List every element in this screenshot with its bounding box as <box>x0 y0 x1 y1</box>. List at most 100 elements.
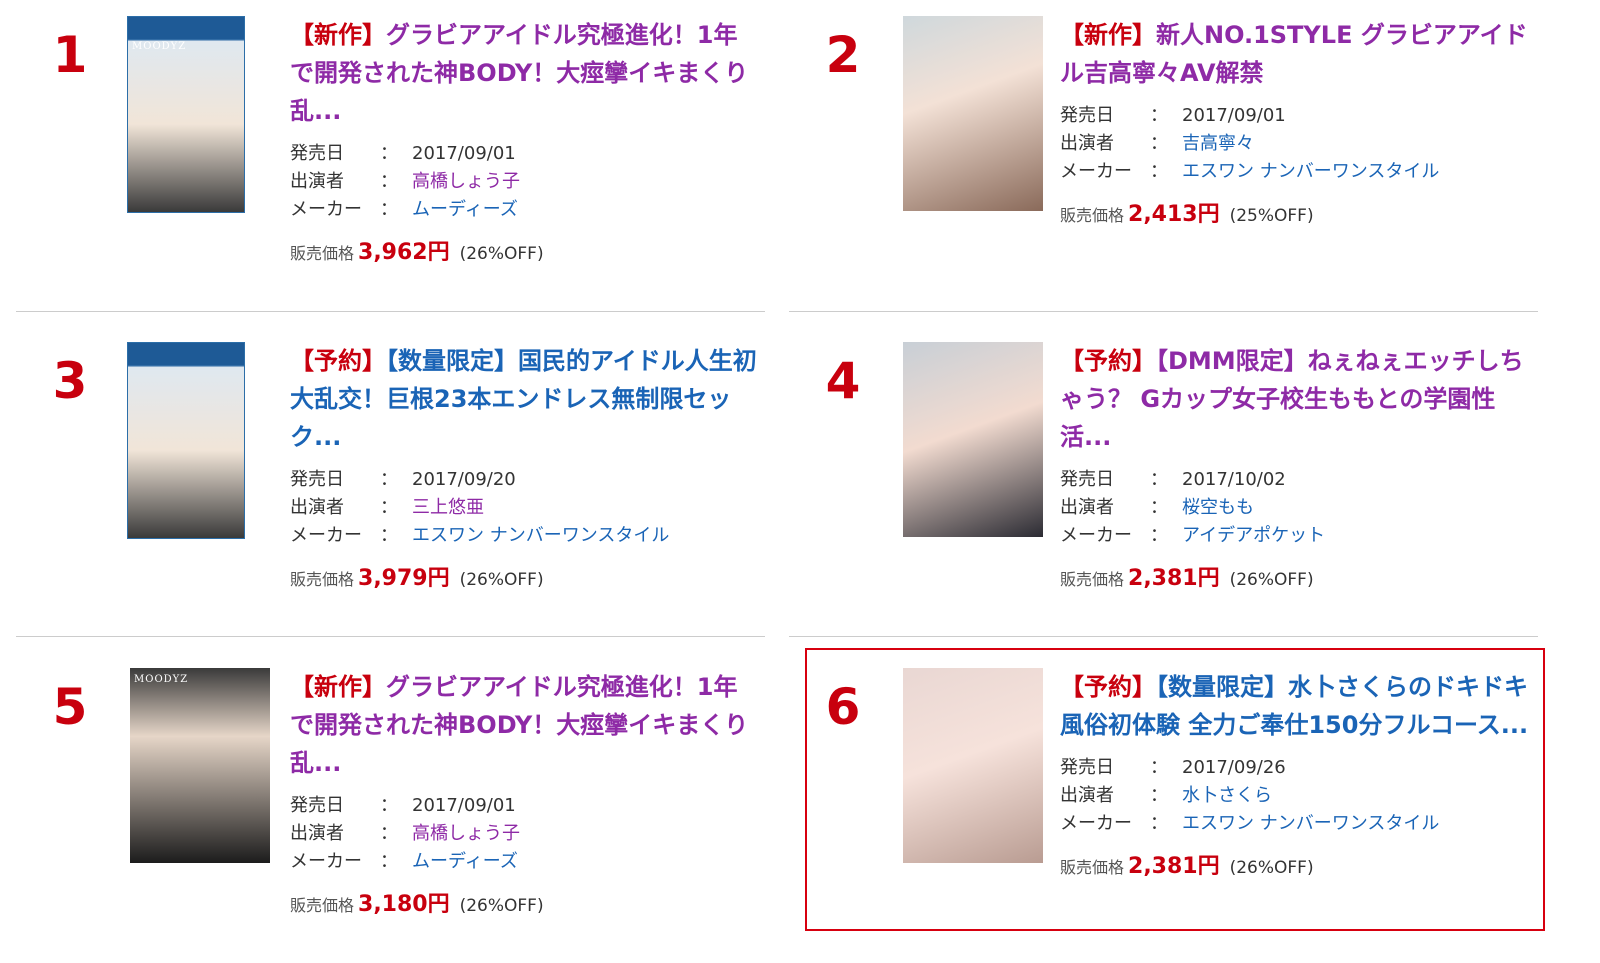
separator: ： <box>1150 133 1168 154</box>
ranking-item-2: 2 【新作】新人NO.1STYLE グラビアアイドル吉高寧々AV解禁 発売日 ： 2… <box>788 0 1558 300</box>
product-info: 【新作】新人NO.1STYLE グラビアアイドル吉高寧々AV解禁 発売日 ： 201… <box>1060 16 1530 228</box>
thumbnail-logo-text: MOODYZ <box>132 41 187 52</box>
release-date-row: 発売日 ： 2017/09/01 <box>290 792 760 820</box>
row-divider <box>789 636 1538 637</box>
ranking-item-5: 5 MOODYZ 【新作】グラビアアイドル究極進化！1年で開発された神BODY！… <box>15 652 785 952</box>
performer-link[interactable]: 高橋しょう子 <box>412 171 520 192</box>
price-value: 3,180円 <box>358 892 450 917</box>
product-info: 【予約】【DMM限定】ねぇねぇエッチしちゃう？ Gカップ女子校生ももとの学園性活… <box>1060 342 1530 592</box>
separator: ： <box>380 823 398 844</box>
product-info: 【新作】グラビアアイドル究極進化！1年で開発された神BODY！大痙攣イキまくり乱… <box>290 668 760 918</box>
performer-label: 出演者 <box>290 171 344 192</box>
release-label: 発売日 <box>290 469 344 490</box>
release-label: 発売日 <box>290 795 344 816</box>
price-label: 販売価格 <box>290 896 355 915</box>
release-label: 発売日 <box>1060 469 1114 490</box>
rank-number: 2 <box>825 26 861 84</box>
maker-label: メーカー <box>290 851 362 872</box>
discount-text: (26%OFF) <box>459 244 544 264</box>
performer-link[interactable]: 桜空もも <box>1182 497 1254 518</box>
maker-label: メーカー <box>290 199 362 220</box>
separator: ： <box>1150 497 1168 518</box>
ranking-item-1: 1 MOODYZ 【新作】グラビアアイドル究極進化！1年で開発された神BODY！… <box>15 0 785 300</box>
separator: ： <box>1150 525 1168 546</box>
price-label: 販売価格 <box>290 244 355 263</box>
thumbnail-logo-text: MOODYZ <box>134 674 189 685</box>
release-date-row: 発売日 ： 2017/09/01 <box>1060 102 1530 130</box>
rank-number: 3 <box>52 352 88 410</box>
product-thumbnail[interactable] <box>127 342 245 539</box>
price-row: 販売価格 2,381円 (26%OFF) <box>1060 560 1530 592</box>
product-thumbnail[interactable]: MOODYZ <box>130 668 270 863</box>
performer-label: 出演者 <box>290 823 344 844</box>
maker-row: メーカー ： エスワン ナンバーワンスタイル <box>1060 158 1530 186</box>
performer-label: 出演者 <box>1060 497 1114 518</box>
separator: ： <box>380 525 398 546</box>
separator: ： <box>380 851 398 872</box>
maker-link[interactable]: エスワン ナンバーワンスタイル <box>1182 161 1439 182</box>
product-title-link[interactable]: 【新作】グラビアアイドル究極進化！1年で開発された神BODY！大痙攣イキまくり乱… <box>290 16 760 130</box>
performer-label: 出演者 <box>290 497 344 518</box>
price-value: 3,962円 <box>358 240 450 265</box>
title-tag: 【新作】 <box>290 21 386 49</box>
maker-link[interactable]: エスワン ナンバーワンスタイル <box>412 525 669 546</box>
product-title-link[interactable]: 【新作】グラビアアイドル究極進化！1年で開発された神BODY！大痙攣イキまくり乱… <box>290 668 760 782</box>
performer-label: 出演者 <box>1060 133 1114 154</box>
performer-link[interactable]: 三上悠亜 <box>412 497 484 518</box>
release-date: 2017/10/02 <box>1182 469 1286 490</box>
separator: ： <box>1150 469 1168 490</box>
performer-row: 出演者 ： 桜空もも <box>1060 494 1530 522</box>
performer-link[interactable]: 吉高寧々 <box>1182 133 1254 154</box>
price-row: 販売価格 3,962円 (26%OFF) <box>290 234 760 266</box>
product-thumbnail[interactable]: MOODYZ <box>127 16 245 213</box>
bluray-strip <box>128 343 244 365</box>
row-divider <box>16 636 765 637</box>
row-divider <box>16 311 765 312</box>
discount-text: (26%OFF) <box>459 570 544 590</box>
ranking-grid: 1 MOODYZ 【新作】グラビアアイドル究極進化！1年で開発された神BODY！… <box>0 0 1600 963</box>
price-value: 2,381円 <box>1128 566 1220 591</box>
product-title-link[interactable]: 【予約】【数量限定】国民的アイドル人生初大乱交！巨根23本エンドレス無制限セック… <box>290 342 760 456</box>
product-title-link[interactable]: 【予約】【DMM限定】ねぇねぇエッチしちゃう？ Gカップ女子校生ももとの学園性活… <box>1060 342 1530 456</box>
maker-link[interactable]: ムーディーズ <box>412 851 518 872</box>
title-tag: 【新作】 <box>290 673 386 701</box>
performer-row: 出演者 ： 三上悠亜 <box>290 494 760 522</box>
maker-label: メーカー <box>1060 525 1132 546</box>
price-row: 販売価格 3,180円 (26%OFF) <box>290 886 760 918</box>
maker-link[interactable]: ムーディーズ <box>412 199 518 220</box>
ranking-item-3: 3 【予約】【数量限定】国民的アイドル人生初大乱交！巨根23本エンドレス無制限セ… <box>15 326 785 626</box>
release-date-row: 発売日 ： 2017/10/02 <box>1060 466 1530 494</box>
product-thumbnail[interactable] <box>903 342 1043 537</box>
product-thumbnail[interactable] <box>903 16 1043 211</box>
row-divider <box>789 311 1538 312</box>
separator: ： <box>1150 161 1168 182</box>
product-info: 【新作】グラビアアイドル究極進化！1年で開発された神BODY！大痙攣イキまくり乱… <box>290 16 760 266</box>
maker-label: メーカー <box>290 525 362 546</box>
maker-link[interactable]: アイデアポケット <box>1182 525 1325 546</box>
rank-number: 1 <box>52 26 88 84</box>
performer-row: 出演者 ： 高橋しょう子 <box>290 820 760 848</box>
ranking-item-4: 4 【予約】【DMM限定】ねぇねぇエッチしちゃう？ Gカップ女子校生ももとの学園… <box>788 326 1558 626</box>
price-row: 販売価格 2,413円 (25%OFF) <box>1060 196 1530 228</box>
price-value: 2,413円 <box>1128 202 1220 227</box>
product-info: 【予約】【数量限定】国民的アイドル人生初大乱交！巨根23本エンドレス無制限セック… <box>290 342 760 592</box>
release-label: 発売日 <box>290 143 344 164</box>
performer-link[interactable]: 高橋しょう子 <box>412 823 520 844</box>
discount-text: (26%OFF) <box>1229 570 1314 590</box>
release-date-row: 発売日 ： 2017/09/01 <box>290 140 760 168</box>
maker-row: メーカー ： ムーディーズ <box>290 848 760 876</box>
performer-row: 出演者 ： 吉高寧々 <box>1060 130 1530 158</box>
separator: ： <box>1150 105 1168 126</box>
release-date: 2017/09/01 <box>412 795 516 816</box>
title-tag: 【新作】 <box>1060 21 1156 49</box>
maker-row: メーカー ： アイデアポケット <box>1060 522 1530 550</box>
separator: ： <box>380 199 398 220</box>
maker-row: メーカー ： ムーディーズ <box>290 196 760 224</box>
separator: ： <box>380 497 398 518</box>
product-title-link[interactable]: 【新作】新人NO.1STYLE グラビアアイドル吉高寧々AV解禁 <box>1060 16 1530 92</box>
release-date: 2017/09/01 <box>412 143 516 164</box>
title-tag: 【予約】 <box>290 347 386 375</box>
release-label: 発売日 <box>1060 105 1114 126</box>
price-value: 3,979円 <box>358 566 450 591</box>
performer-row: 出演者 ： 高橋しょう子 <box>290 168 760 196</box>
